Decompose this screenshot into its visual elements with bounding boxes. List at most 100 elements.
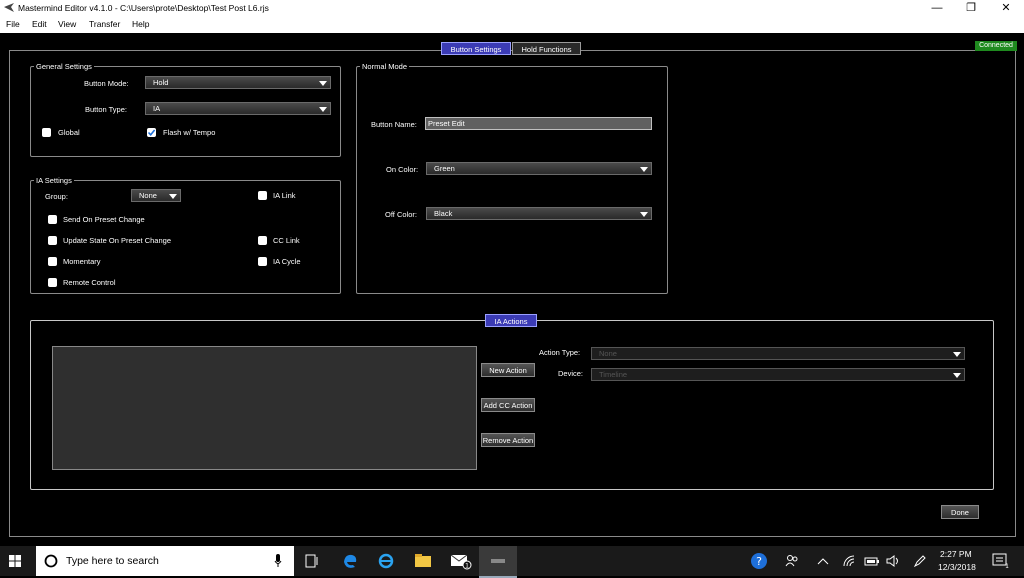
global-label: Global bbox=[58, 128, 80, 137]
taskbar-search-box[interactable]: Type here to search bbox=[36, 546, 294, 576]
chevron-down-icon bbox=[319, 107, 327, 112]
off-color-select[interactable]: Black bbox=[426, 207, 652, 220]
button-mode-select[interactable]: Hold bbox=[145, 76, 331, 89]
chevron-down-icon bbox=[169, 194, 177, 199]
pen-ink-icon[interactable] bbox=[913, 554, 927, 568]
button-mode-label: Button Mode: bbox=[84, 79, 129, 88]
button-mode-value: Hold bbox=[153, 78, 169, 87]
ia-cycle-checkbox[interactable] bbox=[258, 257, 267, 266]
svg-text:?: ? bbox=[756, 555, 762, 568]
checkmark-icon bbox=[147, 129, 156, 137]
remote-control-label: Remote Control bbox=[63, 278, 116, 287]
group-label: Group: bbox=[45, 192, 68, 201]
mastermind-editor-taskbar-item[interactable] bbox=[479, 546, 517, 578]
ia-link-checkbox[interactable] bbox=[258, 191, 267, 200]
button-name-input[interactable]: Preset Edit bbox=[425, 117, 652, 130]
add-cc-action-button[interactable]: Add CC Action bbox=[481, 398, 535, 412]
mail-icon[interactable]: 1 bbox=[450, 553, 472, 570]
new-action-button[interactable]: New Action bbox=[481, 363, 535, 377]
battery-icon[interactable] bbox=[864, 555, 880, 567]
help-question-icon[interactable]: ? bbox=[750, 552, 768, 570]
off-color-label: Off Color: bbox=[385, 210, 417, 219]
remove-action-button[interactable]: Remove Action bbox=[481, 433, 535, 447]
cc-link-label: CC Link bbox=[273, 236, 300, 245]
group-select[interactable]: None bbox=[131, 189, 181, 202]
action-center-count: 1 bbox=[1005, 563, 1009, 569]
actions-list[interactable] bbox=[52, 346, 477, 470]
mail-notification-count: 1 bbox=[465, 563, 469, 570]
menu-bar: File Edit View Transfer Help bbox=[0, 16, 1024, 33]
action-type-value: None bbox=[599, 349, 617, 358]
people-icon[interactable] bbox=[785, 554, 799, 568]
taskbar-date[interactable]: 12/3/2018 bbox=[938, 562, 976, 572]
normal-mode-group: Normal Mode bbox=[356, 62, 668, 294]
menu-transfer[interactable]: Transfer bbox=[89, 19, 120, 29]
chevron-down-icon bbox=[953, 352, 961, 357]
taskbar: Type here to search 1 ? 2:27 PM 12/3/201… bbox=[0, 546, 1024, 578]
ia-link-label: IA Link bbox=[273, 191, 296, 200]
chevron-down-icon bbox=[953, 373, 961, 378]
edge-browser-icon[interactable] bbox=[341, 552, 359, 570]
off-color-value: Black bbox=[434, 209, 453, 218]
volume-icon[interactable] bbox=[886, 554, 902, 568]
button-type-select[interactable]: IA bbox=[145, 102, 331, 115]
chevron-up-icon[interactable] bbox=[817, 556, 829, 566]
microphone-icon[interactable] bbox=[274, 554, 282, 568]
general-settings-title: General Settings bbox=[34, 62, 94, 71]
normal-mode-title: Normal Mode bbox=[360, 62, 410, 71]
group-value: None bbox=[139, 191, 157, 200]
maximize-button[interactable]: ❐ bbox=[954, 0, 988, 16]
button-type-label: Button Type: bbox=[85, 105, 127, 114]
file-explorer-icon[interactable] bbox=[414, 553, 432, 569]
action-type-select[interactable]: None bbox=[591, 347, 965, 360]
minimize-button[interactable]: — bbox=[920, 0, 954, 16]
menu-help[interactable]: Help bbox=[132, 19, 149, 29]
ia-cycle-label: IA Cycle bbox=[273, 257, 301, 266]
menu-view[interactable]: View bbox=[58, 19, 76, 29]
update-state-checkbox[interactable] bbox=[48, 236, 57, 245]
window-title: Mastermind Editor v4.1.0 - C:\Users\prot… bbox=[18, 3, 269, 13]
update-state-label: Update State On Preset Change bbox=[63, 236, 171, 245]
on-color-value: Green bbox=[434, 164, 455, 173]
internet-explorer-icon[interactable] bbox=[377, 552, 395, 570]
button-type-value: IA bbox=[153, 104, 161, 113]
cc-link-checkbox[interactable] bbox=[258, 236, 267, 245]
title-bar: Mastermind Editor v4.1.0 - C:\Users\prot… bbox=[0, 0, 1024, 16]
flash-tempo-label: Flash w/ Tempo bbox=[163, 128, 216, 137]
search-placeholder: Type here to search bbox=[66, 555, 159, 567]
send-on-preset-checkbox[interactable] bbox=[48, 215, 57, 224]
on-color-select[interactable]: Green bbox=[426, 162, 652, 175]
menu-file[interactable]: File bbox=[6, 19, 20, 29]
cortana-circle-icon bbox=[44, 554, 58, 568]
action-type-label: Action Type: bbox=[539, 348, 581, 357]
momentary-checkbox[interactable] bbox=[48, 257, 57, 266]
device-select[interactable]: Timeline bbox=[591, 368, 965, 381]
action-center-icon[interactable]: 1 bbox=[992, 553, 1010, 569]
button-name-label: Button Name: bbox=[371, 120, 417, 129]
done-button[interactable]: Done bbox=[941, 505, 979, 519]
button-name-value: Preset Edit bbox=[428, 119, 465, 128]
ia-settings-title: IA Settings bbox=[34, 176, 74, 185]
remote-control-checkbox[interactable] bbox=[48, 278, 57, 287]
momentary-label: Momentary bbox=[63, 257, 101, 266]
task-view-icon[interactable] bbox=[305, 554, 319, 568]
ia-actions-title: IA Actions bbox=[485, 314, 537, 327]
chevron-down-icon bbox=[640, 167, 648, 172]
device-value: Timeline bbox=[599, 370, 628, 379]
on-color-label: On Color: bbox=[386, 165, 419, 174]
windows-start-icon[interactable] bbox=[9, 555, 21, 567]
device-label: Device: bbox=[558, 369, 584, 378]
tab-button-settings[interactable]: Button Settings bbox=[441, 42, 511, 55]
mastermind-app-icon bbox=[491, 559, 505, 563]
tab-hold-functions[interactable]: Hold Functions bbox=[512, 42, 581, 55]
close-button[interactable]: ✕ bbox=[989, 0, 1023, 16]
menu-edit[interactable]: Edit bbox=[32, 19, 47, 29]
wifi-icon[interactable] bbox=[842, 554, 856, 568]
app-icon bbox=[4, 3, 14, 12]
global-checkbox[interactable] bbox=[42, 128, 51, 137]
send-on-preset-label: Send On Preset Change bbox=[63, 215, 145, 224]
taskbar-time[interactable]: 2:27 PM bbox=[940, 549, 972, 559]
chevron-down-icon bbox=[640, 212, 648, 217]
connection-status-badge: Connected bbox=[975, 41, 1017, 51]
flash-tempo-checkbox[interactable] bbox=[147, 128, 156, 137]
